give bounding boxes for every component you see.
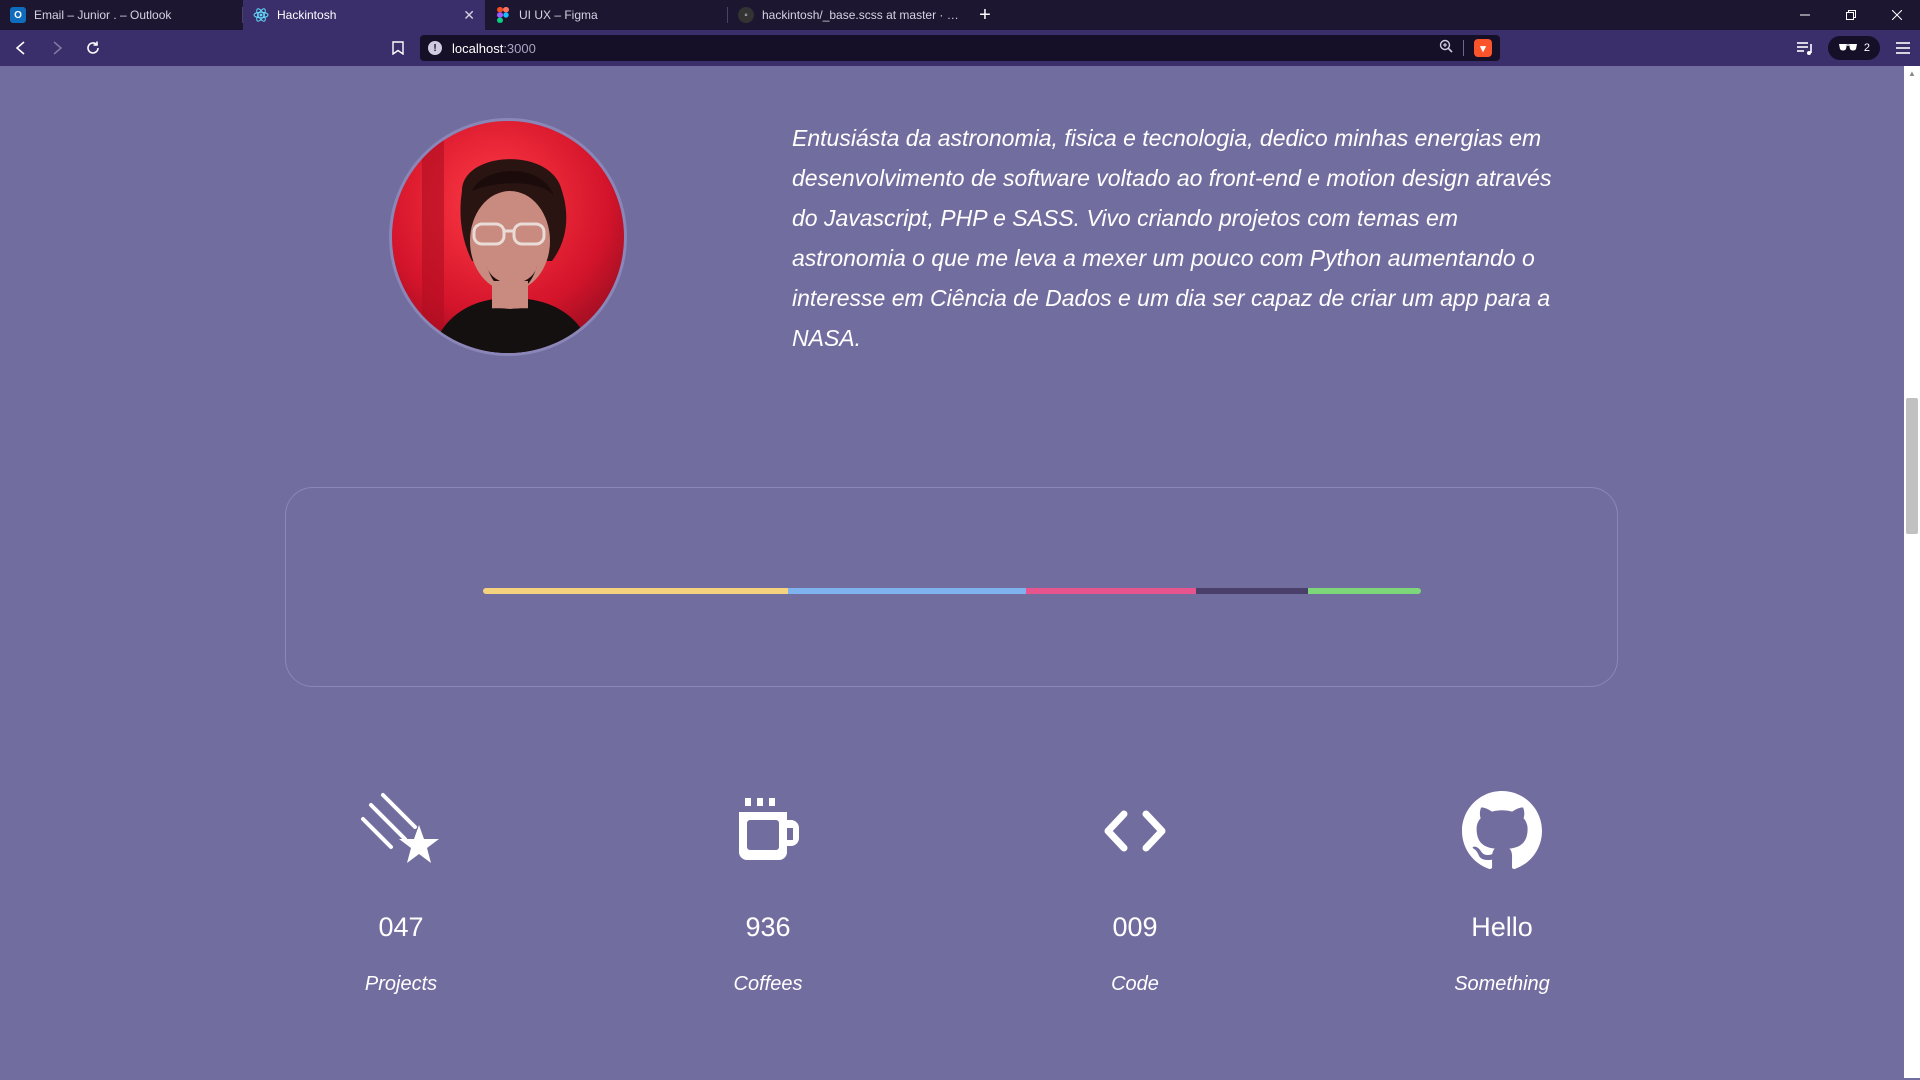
forward-arrow-icon (53, 41, 63, 55)
page-scrollbar[interactable] (1904, 66, 1920, 1078)
stat-number: Hello (1471, 912, 1533, 942)
language-segment (1195, 588, 1309, 594)
languages-card (285, 487, 1618, 687)
shooting-star-icon (251, 786, 551, 876)
url-text: localhost:3000 (452, 41, 536, 56)
restore-button[interactable] (1828, 0, 1874, 30)
back-arrow-icon (15, 41, 25, 55)
bookmark-icon (392, 41, 404, 55)
urlbar-divider (1463, 40, 1464, 56)
language-segment (787, 588, 1027, 594)
brave-shields-icon[interactable]: ▾ (1474, 39, 1492, 57)
sunglasses-icon (1838, 42, 1858, 55)
tab-label: Hackintosh (277, 8, 337, 22)
tab-outlook[interactable]: O Email – Junior . – Outlook (0, 0, 242, 30)
site-info-icon[interactable]: ! (428, 41, 442, 55)
stat-number: 009 (1112, 912, 1158, 942)
stat-label: Code (1111, 973, 1159, 995)
private-profile-button[interactable]: 2 (1827, 36, 1880, 60)
scrollbar-thumb[interactable] (1906, 398, 1918, 534)
address-bar[interactable]: ! localhost:3000 ▾ (420, 35, 1500, 61)
browser-toolbar: ! localhost:3000 ▾ 2 (0, 30, 1920, 66)
stat-label: Coffees (733, 973, 803, 995)
language-segment (1026, 588, 1196, 594)
back-button[interactable] (6, 33, 36, 63)
code-brackets-icon (985, 786, 1285, 876)
stats-section: 047 Projects 936 Coffees 009 Code Hello … (0, 786, 1904, 1046)
scroll-up-arrow-icon[interactable]: ▲ (1908, 70, 1916, 78)
reload-icon (87, 41, 99, 54)
stat-label: Projects (364, 973, 438, 995)
zoom-icon[interactable] (1439, 39, 1453, 58)
profile-bio: Entusiásta da astronomia, fisica e tecno… (792, 125, 1552, 351)
stat-github[interactable]: Hello Something (1352, 786, 1652, 996)
github-icon: ◦ (738, 7, 754, 23)
profile-photo (392, 121, 624, 353)
tab-label: Email – Junior . – Outlook (34, 8, 172, 22)
tab-github[interactable]: ◦ hackintosh/_base.scss at master · juni… (728, 0, 970, 30)
url-port: :3000 (503, 40, 536, 56)
tab-label: hackintosh/_base.scss at master · junio (762, 8, 960, 22)
stat-number: 936 (745, 912, 791, 942)
stat-label: Something (1454, 973, 1550, 995)
toolbar-right: 2 (1788, 30, 1920, 66)
browser-tab-bar: O Email – Junior . – Outlook Hackintosh … (0, 0, 1920, 30)
language-segment (1308, 588, 1421, 594)
bookmark-button[interactable] (388, 38, 408, 58)
reload-button[interactable] (78, 33, 108, 63)
page-content: Entusiásta da astronomia, fisica e tecno… (0, 66, 1904, 1078)
github-icon[interactable] (1352, 786, 1652, 876)
profile-avatar (389, 118, 627, 356)
playlist-icon[interactable] (1788, 30, 1822, 66)
language-segment (483, 588, 788, 594)
stat-projects: 047 Projects (251, 786, 551, 996)
outlook-icon: O (10, 7, 26, 23)
languages-bar (483, 588, 1421, 594)
figma-icon (495, 7, 511, 23)
profile-count: 2 (1863, 42, 1870, 54)
react-icon (253, 7, 269, 23)
tab-hackintosh[interactable]: Hackintosh ✕ (243, 0, 485, 30)
url-host: localhost (452, 40, 504, 56)
menu-icon[interactable] (1886, 30, 1920, 66)
window-controls (1782, 0, 1920, 30)
stat-number: 047 (378, 912, 424, 942)
new-tab-button[interactable]: + (970, 0, 1000, 30)
stat-coffees: 936 Coffees (618, 786, 918, 996)
stat-code: 009 Code (985, 786, 1285, 996)
close-tab-icon[interactable]: ✕ (463, 7, 475, 24)
tab-label: UI UX – Figma (519, 8, 598, 22)
close-window-button[interactable] (1874, 0, 1920, 30)
tab-figma[interactable]: UI UX – Figma (485, 0, 727, 30)
coffee-cup-icon (618, 786, 918, 876)
forward-button[interactable] (42, 33, 72, 63)
minimize-button[interactable] (1782, 0, 1828, 30)
